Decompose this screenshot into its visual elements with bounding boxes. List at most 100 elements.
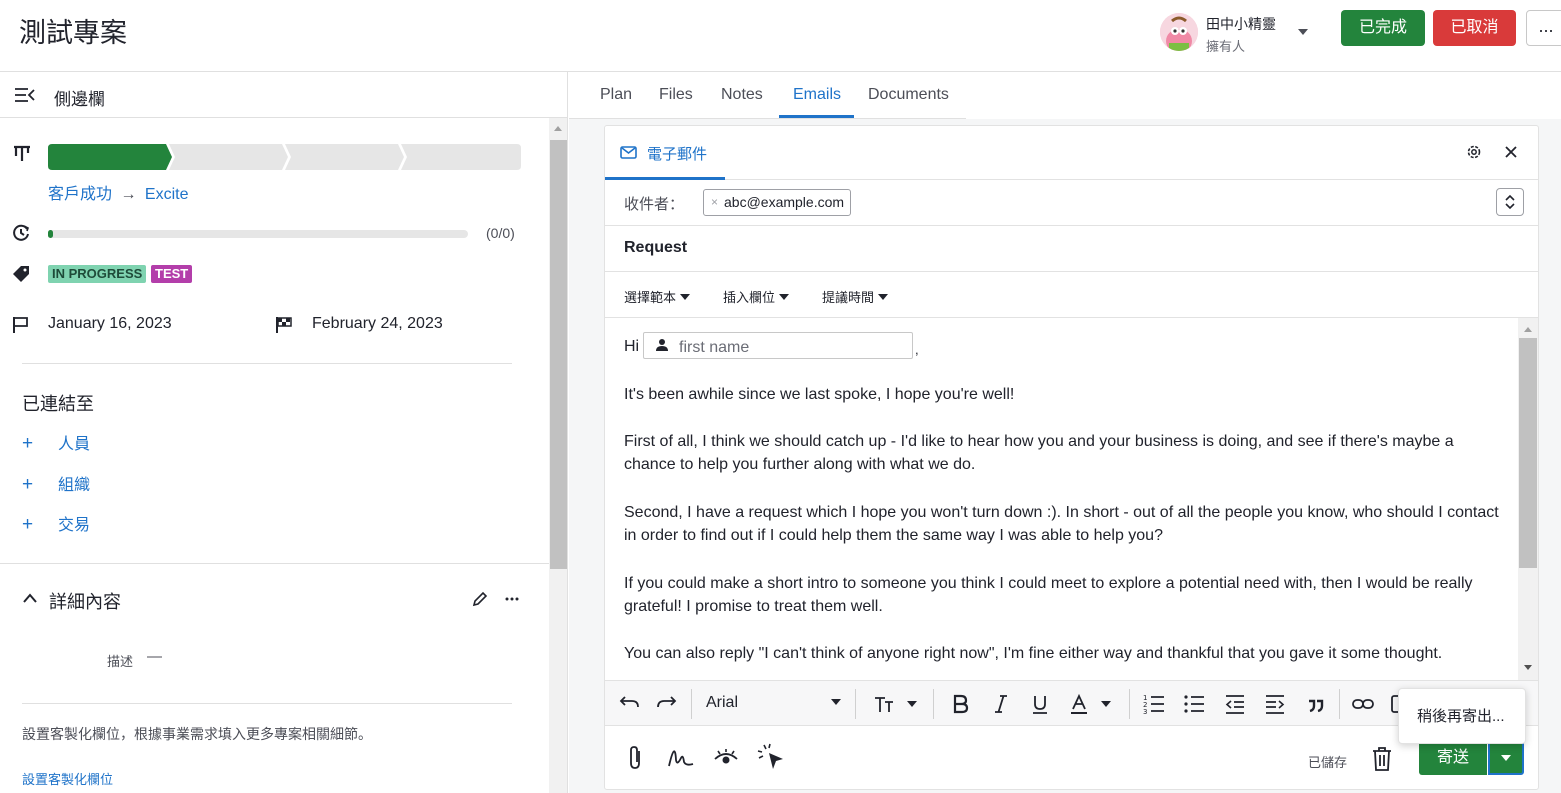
progress-count: (0/0) (486, 225, 515, 241)
start-flag-icon (12, 316, 30, 334)
body-paragraph: Second, I have a request which I hope yo… (624, 504, 1499, 544)
email-body[interactable]: Hi first name , It's been awhile since w… (605, 318, 1518, 680)
tab-notes[interactable]: Notes (721, 86, 763, 104)
tab-bar: Plan Files Notes Emails Documents (569, 72, 1561, 119)
body-paragraph: If you could make a short intro to someo… (624, 575, 1473, 615)
send-button[interactable]: 寄送 (1419, 741, 1487, 775)
pipeline-stages[interactable] (48, 144, 522, 170)
pipeline-stage-name[interactable]: Excite (145, 186, 189, 203)
custom-fields-link[interactable]: 設置客製化欄位 (22, 769, 113, 788)
progress-track (48, 230, 468, 238)
email-header: 電子郵件 (605, 126, 1538, 180)
toolbar-separator (855, 689, 856, 719)
recipient-email: abc@example.com (724, 194, 845, 210)
gear-icon[interactable] (1466, 144, 1482, 160)
sidebar-title: 側邊欄 (54, 90, 105, 109)
chevron-up-icon[interactable] (22, 592, 38, 604)
link-person[interactable]: + 人員 (22, 430, 90, 455)
page-title: 測試專案 (19, 18, 127, 48)
body-scrollbar-thumb[interactable] (1519, 338, 1537, 568)
email-title[interactable]: 電子郵件 (647, 143, 707, 164)
toolbar-separator (933, 689, 934, 719)
subject-row[interactable]: Request (605, 226, 1538, 272)
owner-avatar[interactable] (1160, 13, 1198, 51)
close-icon[interactable] (1504, 145, 1518, 159)
owner-name: 田中小精靈 (1206, 16, 1276, 32)
scroll-up-arrow-icon[interactable] (1523, 325, 1533, 333)
start-date[interactable]: January 16, 2023 (48, 315, 172, 333)
signature-icon[interactable] (667, 746, 695, 770)
insert-field-dropdown[interactable]: 插入欄位 (723, 287, 790, 306)
recipient-row: 收件者： × abc@example.com (605, 180, 1538, 226)
expand-recipients-button[interactable] (1496, 188, 1524, 216)
description-label: 描述 (107, 654, 134, 669)
click-tracking-icon[interactable] (756, 742, 788, 772)
tag-in-progress[interactable]: IN PROGRESS (48, 265, 147, 283)
tracking-eye-icon[interactable] (713, 748, 739, 768)
won-button[interactable]: 已完成 (1341, 10, 1425, 46)
scroll-up-arrow-icon[interactable] (553, 124, 563, 132)
plus-icon: + (22, 474, 34, 495)
tab-emails[interactable]: Emails (793, 86, 841, 104)
finish-flag-icon (275, 316, 293, 334)
undo-icon[interactable] (617, 693, 641, 715)
edit-pencil-icon[interactable] (472, 591, 488, 607)
link-deal[interactable]: + 交易 (22, 511, 90, 536)
caret-down-icon (878, 294, 889, 300)
details-heading[interactable]: 詳細內容 (49, 588, 121, 614)
font-family-select[interactable]: Arial (706, 694, 738, 712)
owner-dropdown-caret-icon[interactable] (1296, 27, 1310, 37)
pipeline-stage-2 (169, 144, 288, 170)
description-value[interactable]: — (147, 648, 162, 665)
font-size-icon[interactable] (873, 693, 921, 715)
pipeline-icon (13, 145, 31, 163)
pipeline-breadcrumb[interactable]: 客戶成功 → Excite (48, 180, 189, 204)
end-date[interactable]: February 24, 2023 (312, 315, 443, 333)
bullet-list-icon[interactable] (1183, 693, 1205, 715)
toolbar-separator (691, 689, 692, 719)
plus-icon: + (22, 433, 34, 454)
sidebar: 側邊欄 客戶成功 → Excite (0/0) IN PROGRESS TEST… (0, 72, 568, 793)
propose-time-dropdown[interactable]: 提議時間 (822, 287, 889, 306)
tab-documents[interactable]: Documents (868, 86, 949, 104)
pipeline-label[interactable]: 客戶成功 (48, 186, 112, 203)
active-tab-indicator (779, 115, 854, 118)
saved-status: 已儲存 (1308, 755, 1348, 770)
divider (0, 563, 549, 564)
numbered-list-icon[interactable]: 123 (1143, 693, 1165, 715)
more-actions-button[interactable]: ... (1526, 10, 1561, 46)
collapse-sidebar-icon[interactable] (14, 86, 36, 104)
divider (22, 703, 512, 704)
pipeline-stage-4 (401, 144, 521, 170)
subject-input[interactable]: Request (624, 239, 687, 257)
redo-icon[interactable] (655, 693, 679, 715)
scroll-down-arrow-icon[interactable] (1523, 664, 1533, 672)
svg-text:3: 3 (1143, 708, 1147, 715)
choose-template-dropdown[interactable]: 選擇範本 (624, 287, 691, 306)
font-caret-down-icon[interactable] (830, 697, 842, 707)
underline-icon[interactable] (1030, 693, 1050, 715)
send-options-button[interactable] (1488, 741, 1524, 775)
tab-plan[interactable]: Plan (600, 86, 632, 104)
quote-icon[interactable] (1306, 693, 1326, 715)
recipient-chip[interactable]: × abc@example.com (703, 189, 852, 216)
send-later-menu-item[interactable]: 稍後再寄出... (1398, 688, 1526, 744)
more-options-icon[interactable] (504, 591, 520, 607)
pipeline-stage-1 (48, 144, 172, 170)
tag-test[interactable]: TEST (151, 265, 193, 283)
remove-recipient-icon[interactable]: × (711, 190, 718, 215)
page-header: 測試專案 田中小精靈 擁有人 已完成 已取消 ... (0, 0, 1561, 72)
lost-button[interactable]: 已取消 (1433, 10, 1516, 46)
link-icon[interactable] (1351, 693, 1375, 715)
text-color-icon[interactable] (1069, 693, 1115, 715)
trash-icon[interactable] (1371, 746, 1393, 772)
indent-icon[interactable] (1264, 693, 1286, 715)
body-paragraph: First of all, I think we should catch up… (624, 433, 1454, 473)
attachment-icon[interactable] (627, 745, 645, 771)
tab-files[interactable]: Files (659, 86, 693, 104)
sidebar-scrollbar-thumb[interactable] (550, 140, 567, 569)
italic-icon[interactable] (991, 693, 1011, 715)
link-organization[interactable]: + 組織 (22, 471, 90, 496)
outdent-icon[interactable] (1224, 693, 1246, 715)
bold-icon[interactable] (950, 693, 970, 715)
